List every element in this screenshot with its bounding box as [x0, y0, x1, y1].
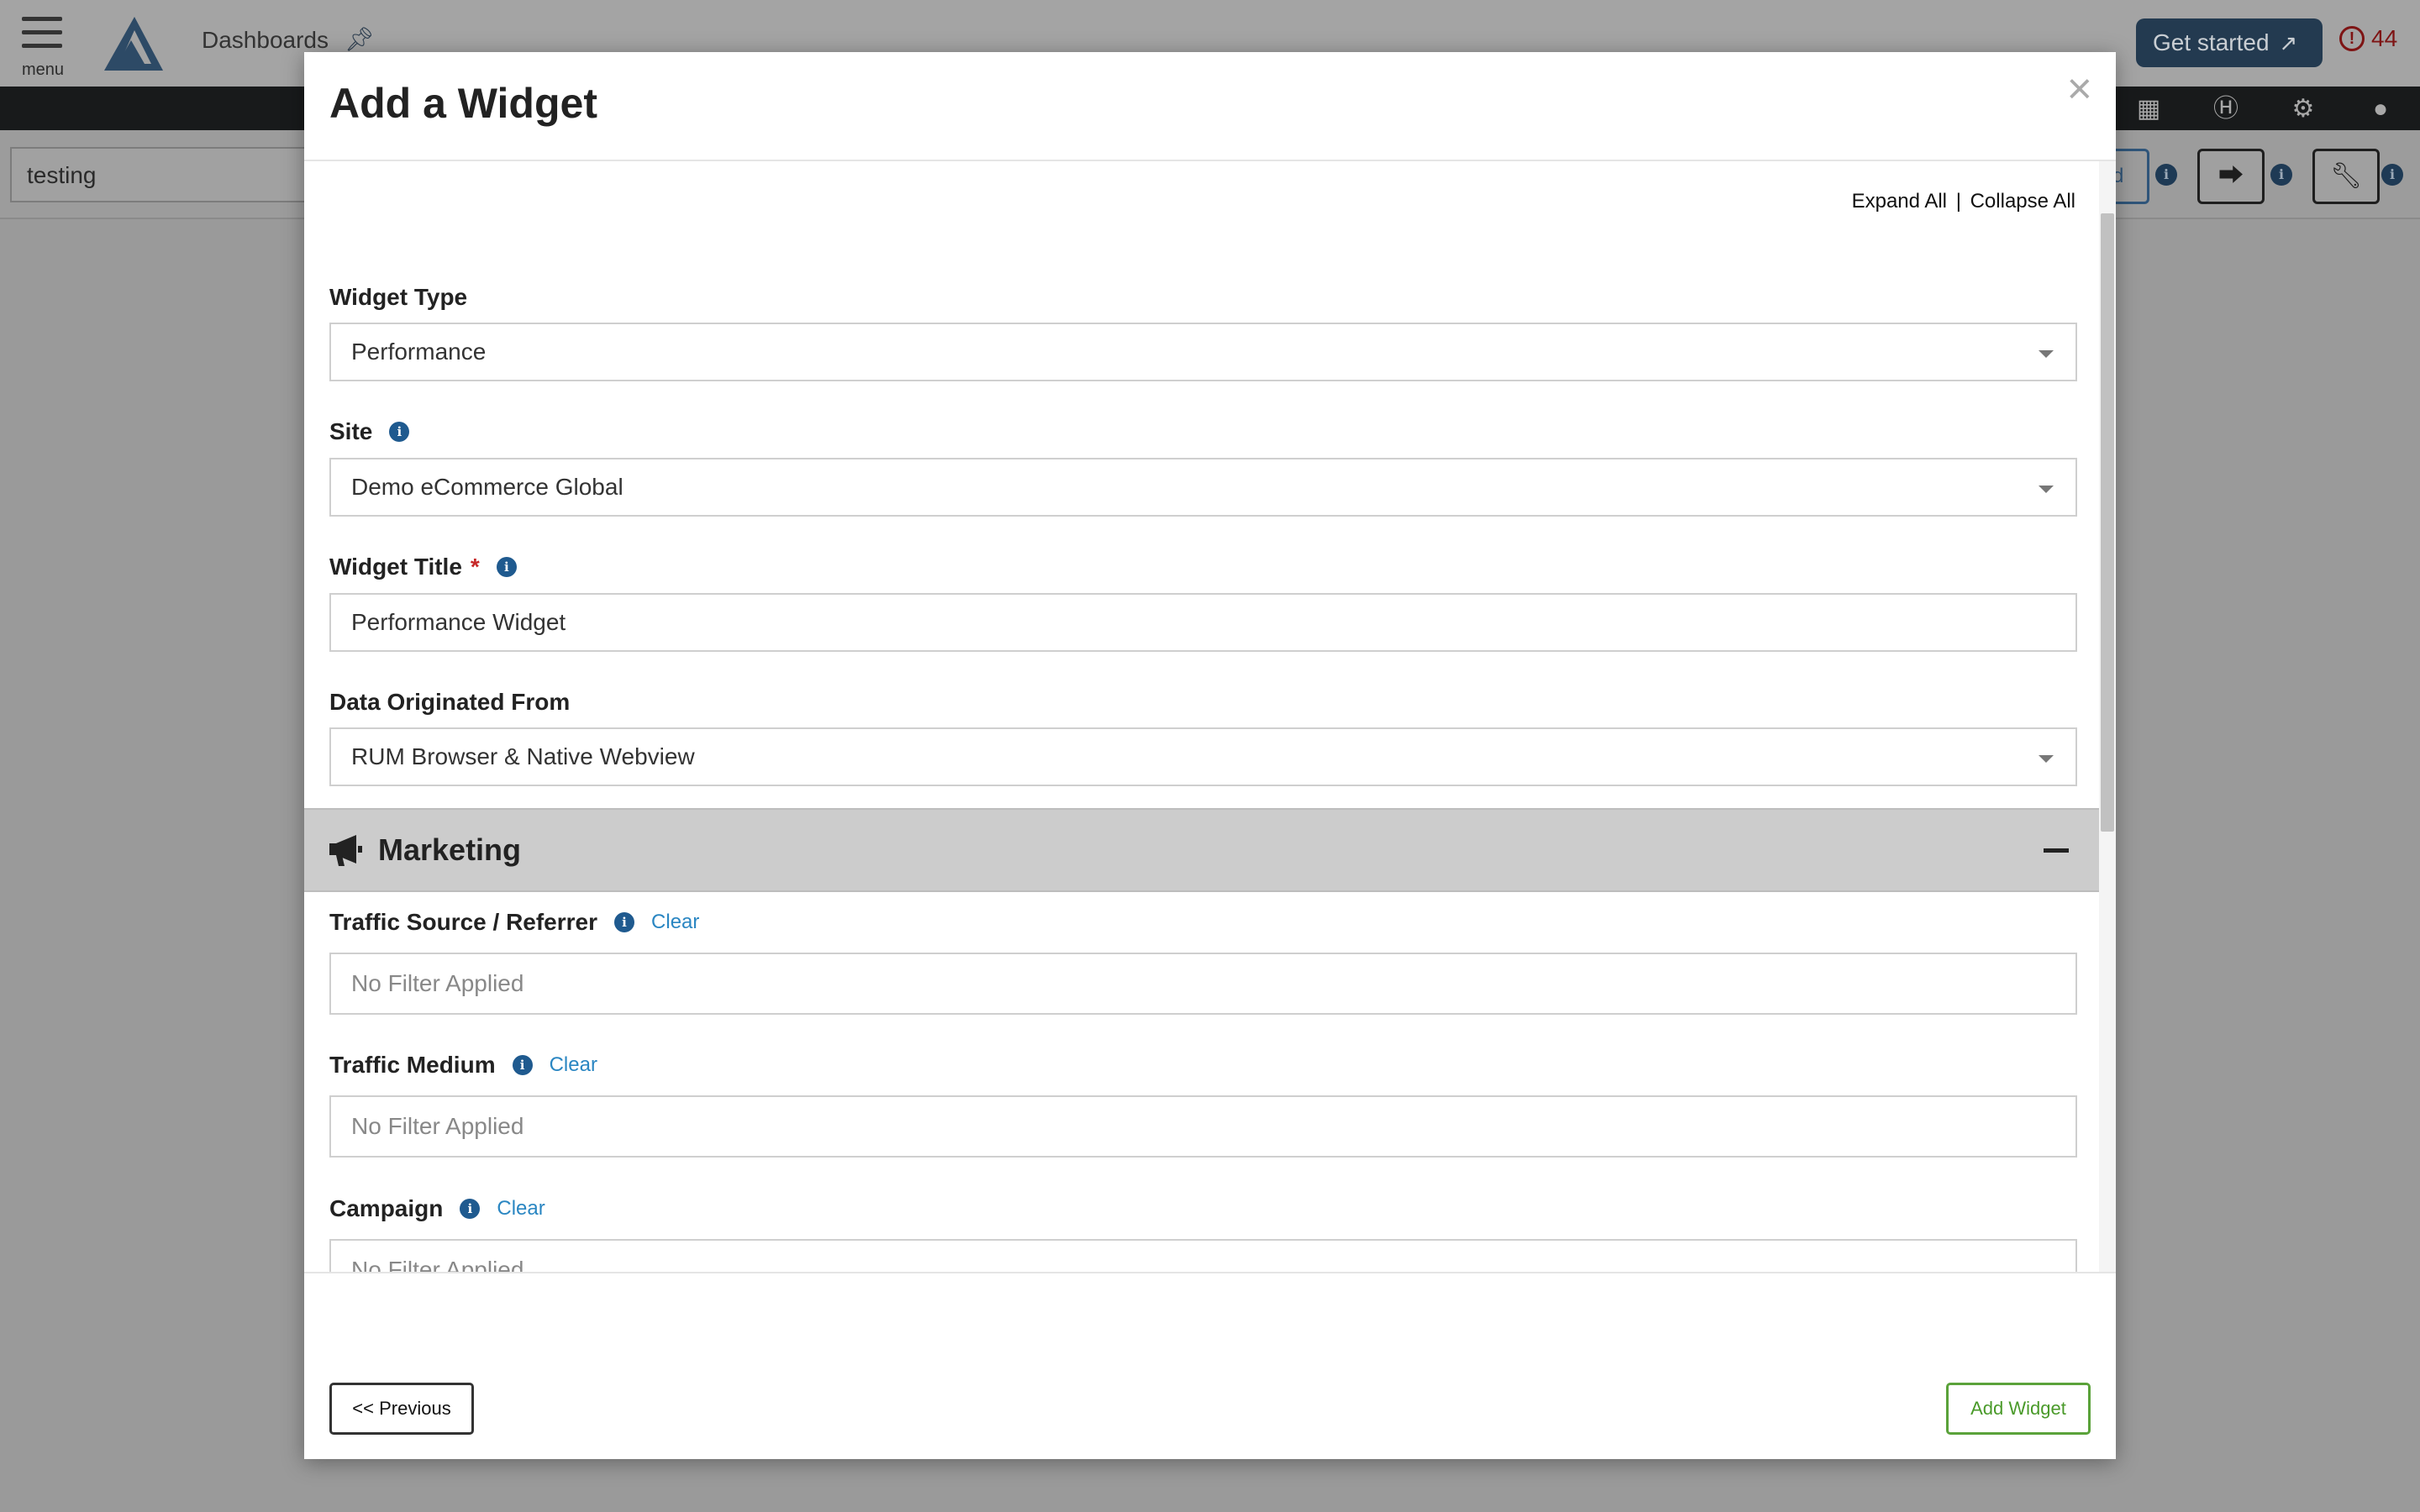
- menu-label: menu: [22, 60, 65, 79]
- get-started-label: Get started: [2153, 29, 2270, 55]
- traffic-medium-label: Traffic Medium i Clear: [329, 1052, 597, 1079]
- get-started-button[interactable]: Get started ↗: [2136, 18, 2323, 67]
- menu-icon-bar: [22, 17, 62, 21]
- scrollbar-thumb[interactable]: [2101, 213, 2114, 832]
- chevron-down-icon: [2039, 486, 2054, 493]
- menu-icon-bar: [22, 44, 62, 48]
- clear-link[interactable]: Clear: [651, 911, 699, 934]
- site-label-text: Site: [329, 418, 373, 444]
- marketing-section-title: Marketing: [378, 832, 522, 867]
- modal-header: Add a Widget ×: [304, 52, 2116, 161]
- add-widget-button[interactable]: Add Widget: [1946, 1383, 2091, 1435]
- traffic-source-label-text: Traffic Source / Referrer: [329, 909, 598, 935]
- user-icon[interactable]: ●: [2366, 95, 2395, 123]
- widget-title-input[interactable]: Performance Widget: [329, 593, 2077, 652]
- data-origin-select[interactable]: RUM Browser & Native Webview: [329, 727, 2077, 786]
- scrollbar-track[interactable]: [2099, 161, 2116, 1273]
- campaign-label: Campaign i Clear: [329, 1195, 545, 1222]
- marketing-section-header[interactable]: Marketing: [304, 808, 2099, 892]
- required-marker: *: [470, 554, 480, 580]
- alert-icon: !: [2339, 26, 2365, 51]
- add-widget-modal: Add a Widget × Expand All | Collapse All…: [304, 52, 2116, 1459]
- footer-divider: [304, 1272, 2116, 1273]
- clear-link[interactable]: Clear: [550, 1053, 597, 1077]
- pin-icon[interactable]: 📌︎: [345, 25, 375, 53]
- chevron-down-icon: [2039, 350, 2054, 358]
- info-icon[interactable]: i: [614, 912, 635, 932]
- widget-type-select[interactable]: Performance: [329, 323, 2077, 381]
- logo-icon[interactable]: [101, 15, 165, 72]
- collapse-icon[interactable]: [2044, 848, 2069, 853]
- widget-title-value: Performance Widget: [351, 609, 566, 635]
- traffic-source-input[interactable]: No Filter Applied: [329, 953, 2077, 1015]
- breadcrumb-dashboards[interactable]: Dashboards: [202, 27, 329, 54]
- info-icon[interactable]: i: [389, 422, 410, 442]
- collapse-all-link[interactable]: Collapse All: [1970, 190, 2075, 213]
- expand-all-link[interactable]: Expand All: [1852, 190, 1947, 213]
- modal-body: Expand All | Collapse All Widget Type Pe…: [304, 161, 2116, 1273]
- megaphone-icon: [329, 835, 362, 866]
- info-icon[interactable]: i: [460, 1199, 481, 1219]
- dashboard-name-field[interactable]: testing: [10, 147, 329, 202]
- info-icon[interactable]: i: [512, 1055, 533, 1075]
- campaign-placeholder: No Filter Applied: [351, 1257, 524, 1273]
- widget-type-value: Performance: [351, 339, 487, 365]
- alert-count: 44: [2371, 25, 2398, 51]
- gear-icon[interactable]: ⚙: [2289, 95, 2317, 123]
- menu-icon-bar: [22, 30, 62, 34]
- info-icon[interactable]: i: [2270, 164, 2292, 186]
- tools-button[interactable]: 🔧︎: [2312, 149, 2380, 204]
- rocket-icon: ↗: [2279, 29, 2298, 55]
- traffic-medium-label-text: Traffic Medium: [329, 1052, 496, 1078]
- expand-collapse-controls: Expand All | Collapse All: [1852, 190, 2075, 213]
- previous-button[interactable]: << Previous: [329, 1383, 474, 1435]
- share-button[interactable]: ⮕: [2197, 149, 2265, 204]
- widget-type-label-text: Widget Type: [329, 284, 468, 310]
- site-label: Site i: [329, 418, 410, 445]
- data-origin-label-text: Data Originated From: [329, 689, 571, 715]
- widget-title-label-text: Widget Title: [329, 554, 462, 580]
- wrench-icon: 🔧︎: [2329, 162, 2363, 190]
- alerts-indicator[interactable]: ! 44: [2339, 25, 2397, 52]
- info-icon[interactable]: i: [496, 557, 517, 577]
- traffic-medium-input[interactable]: No Filter Applied: [329, 1095, 2077, 1158]
- traffic-source-label: Traffic Source / Referrer i Clear: [329, 909, 699, 936]
- close-icon[interactable]: ×: [2067, 67, 2092, 111]
- data-origin-value: RUM Browser & Native Webview: [351, 743, 695, 769]
- widget-title-label: Widget Title * i: [329, 554, 517, 580]
- menu-button[interactable]: menu: [22, 17, 66, 79]
- help-icon[interactable]: Ⓗ: [2212, 95, 2240, 123]
- site-select[interactable]: Demo eCommerce Global: [329, 458, 2077, 517]
- campaign-label-text: Campaign: [329, 1195, 444, 1221]
- chevron-down-icon: [2039, 755, 2054, 763]
- info-icon[interactable]: i: [2155, 164, 2177, 186]
- separator: |: [1955, 190, 1961, 213]
- traffic-source-placeholder: No Filter Applied: [351, 970, 524, 996]
- clear-link[interactable]: Clear: [497, 1197, 544, 1221]
- share-icon: ⮕: [2218, 162, 2244, 190]
- campaign-input[interactable]: No Filter Applied: [329, 1239, 2077, 1273]
- widget-type-label: Widget Type: [329, 284, 467, 311]
- traffic-medium-placeholder: No Filter Applied: [351, 1113, 524, 1139]
- site-value: Demo eCommerce Global: [351, 474, 623, 500]
- info-icon[interactable]: i: [2381, 164, 2403, 186]
- film-icon[interactable]: ▦: [2134, 95, 2163, 123]
- data-origin-label: Data Originated From: [329, 689, 570, 716]
- modal-title: Add a Widget: [329, 80, 597, 127]
